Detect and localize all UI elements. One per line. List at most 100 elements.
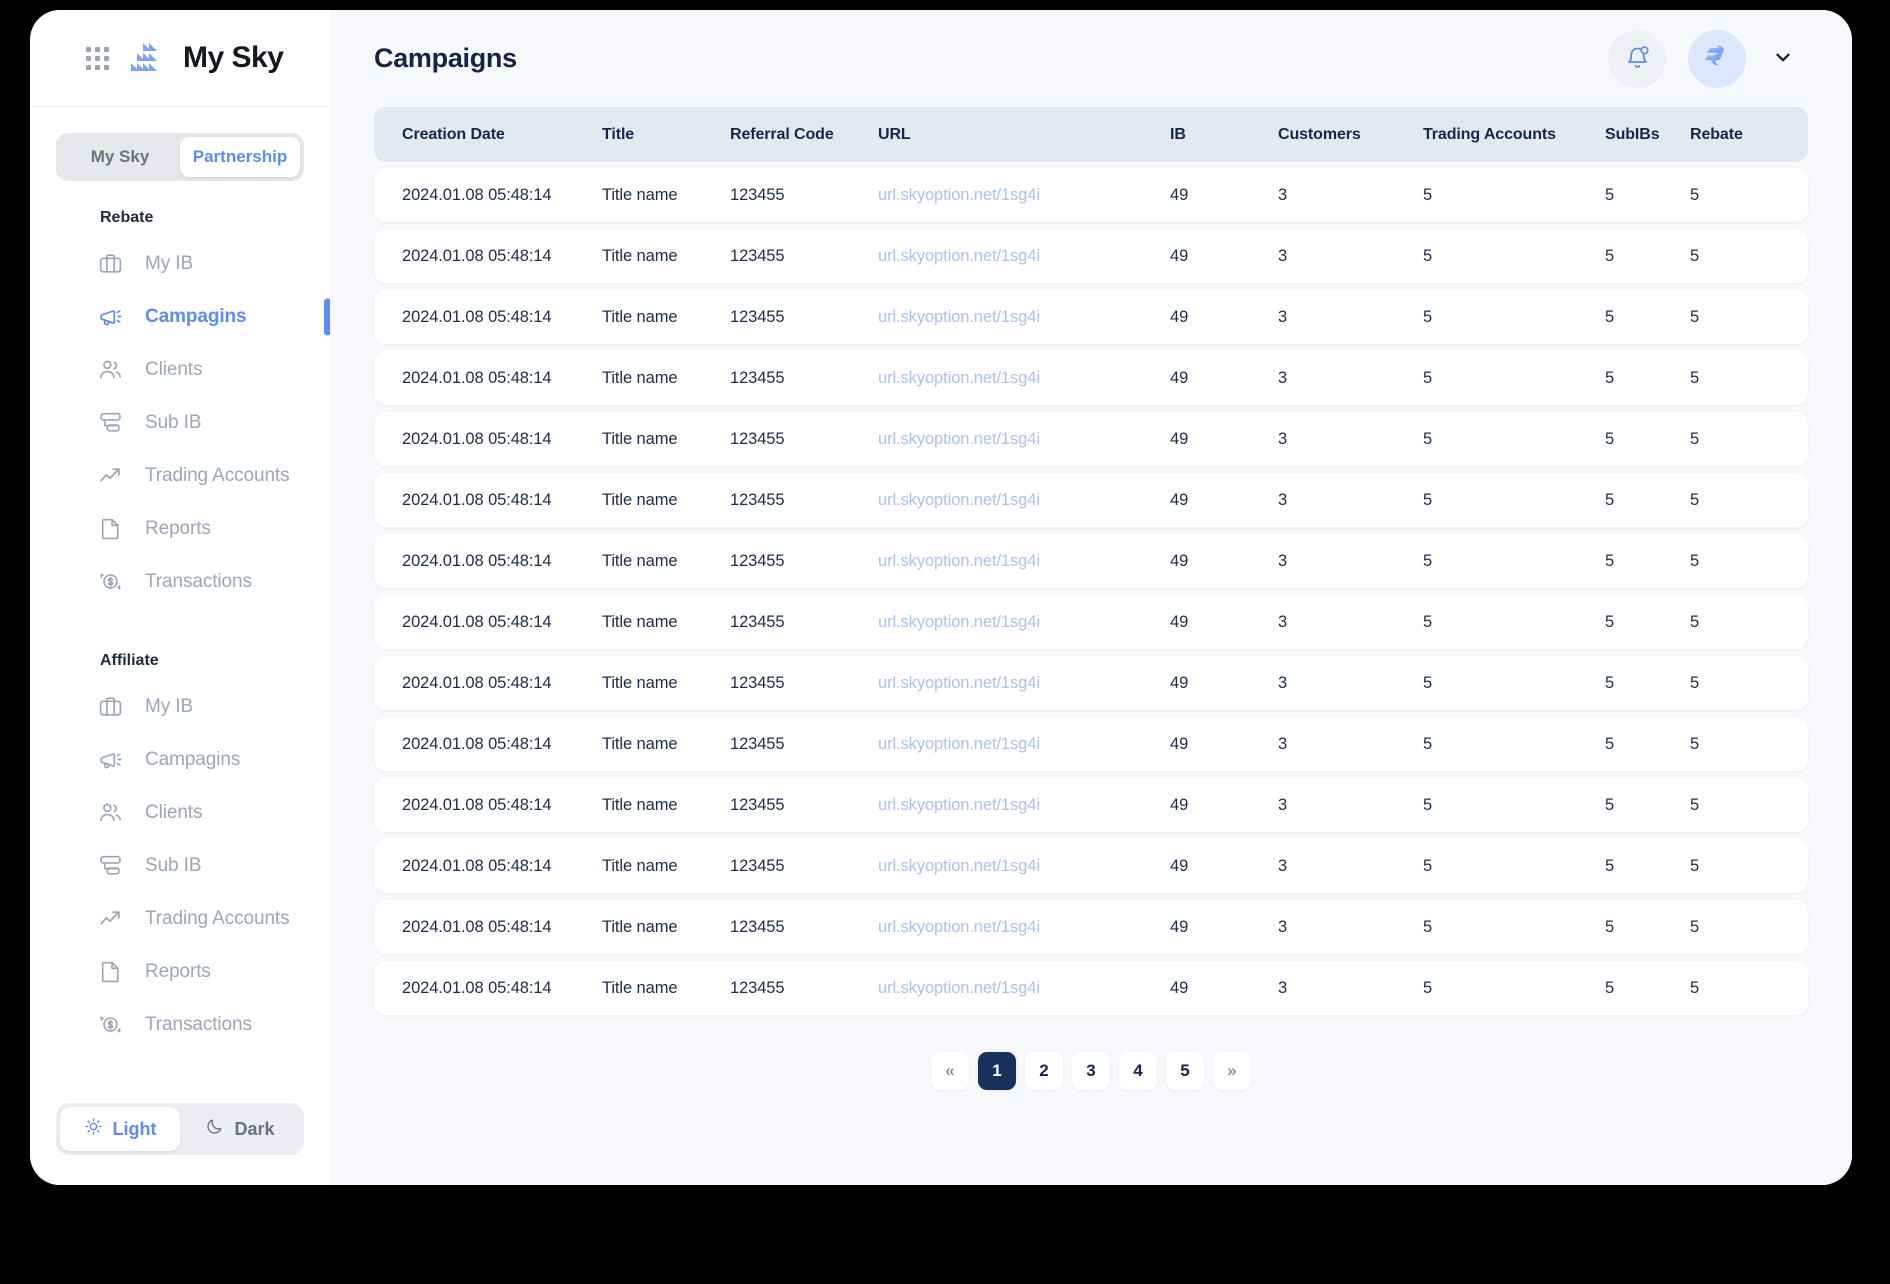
sidebar-item-affiliate-clients[interactable]: Clients bbox=[30, 786, 330, 839]
sidebar-item-rebate-sub-ib[interactable]: Sub IB bbox=[30, 396, 330, 449]
table-row[interactable]: 2024.01.08 05:48:14 Title name 123455 url.s… bbox=[374, 656, 1808, 710]
pagination-page-1[interactable]: 1 bbox=[978, 1052, 1016, 1090]
cell-url[interactable]: url.skyoption.net/1sg4i bbox=[878, 247, 1170, 266]
cell-creation-date: 2024.01.08 05:48:14 bbox=[402, 429, 552, 448]
column-header-trading-accounts: Trading Accounts bbox=[1423, 125, 1556, 143]
sidebar-item-affiliate-trading-accounts[interactable]: Trading Accounts bbox=[30, 892, 330, 945]
cell-rebate: 5 bbox=[1690, 795, 1700, 814]
sidebar-item-rebate-campaigns[interactable]: Campagins bbox=[30, 290, 330, 343]
cell-rebate: 5 bbox=[1690, 612, 1700, 631]
cell-rebate: 5 bbox=[1690, 368, 1700, 387]
brand-name: My Sky bbox=[183, 41, 284, 74]
pagination-page-3[interactable]: 3 bbox=[1072, 1052, 1110, 1090]
cell-referral-code: 123455 bbox=[730, 368, 785, 387]
workspace-tab-my-sky[interactable]: My Sky bbox=[60, 137, 180, 177]
cell-customers: 3 bbox=[1278, 246, 1288, 265]
table-row[interactable]: 2024.01.08 05:48:14 Title name 123455 url.s… bbox=[374, 839, 1808, 893]
avatar[interactable] bbox=[1688, 29, 1746, 88]
sidebar-item-label: Trading Accounts bbox=[145, 464, 290, 486]
sidebar: My Sky My Sky Partnership Rebate My IB C… bbox=[30, 10, 330, 1185]
sidebar-item-rebate-reports[interactable]: Reports bbox=[30, 502, 330, 555]
cell-customers: 3 bbox=[1278, 185, 1288, 204]
cell-rebate: 5 bbox=[1690, 551, 1700, 570]
sidebar-item-rebate-my-ib[interactable]: My IB bbox=[30, 237, 330, 290]
cell-url[interactable]: url.skyoption.net/1sg4i bbox=[878, 979, 1170, 998]
dollar-refresh-icon bbox=[98, 1012, 123, 1037]
cell-title: Title name bbox=[602, 551, 678, 570]
table-row[interactable]: 2024.01.08 05:48:14 Title name 123455 url.s… bbox=[374, 961, 1808, 1015]
cell-url[interactable]: url.skyoption.net/1sg4i bbox=[878, 796, 1170, 815]
cell-url[interactable]: url.skyoption.net/1sg4i bbox=[878, 552, 1170, 571]
table-row[interactable]: 2024.01.08 05:48:14 Title name 123455 url.s… bbox=[374, 717, 1808, 771]
cell-referral-code: 123455 bbox=[730, 429, 785, 448]
cell-title: Title name bbox=[602, 368, 678, 387]
nav-group-title-rebate: Rebate bbox=[100, 209, 154, 226]
pagination-next[interactable]: » bbox=[1213, 1052, 1251, 1090]
sidebar-item-rebate-transactions[interactable]: Transactions bbox=[30, 555, 330, 608]
cell-creation-date: 2024.01.08 05:48:14 bbox=[402, 978, 552, 997]
cell-creation-date: 2024.01.08 05:48:14 bbox=[402, 612, 552, 631]
pagination-page-2[interactable]: 2 bbox=[1025, 1052, 1063, 1090]
table-row[interactable]: 2024.01.08 05:48:14 Title name 123455 url.s… bbox=[374, 595, 1808, 649]
sidebar-item-affiliate-my-ib[interactable]: My IB bbox=[30, 680, 330, 733]
cell-url[interactable]: url.skyoption.net/1sg4i bbox=[878, 918, 1170, 937]
cell-url[interactable]: url.skyoption.net/1sg4i bbox=[878, 857, 1170, 876]
cell-title: Title name bbox=[602, 612, 678, 631]
apps-grid-icon[interactable] bbox=[86, 46, 109, 70]
sidebar-item-affiliate-campaigns[interactable]: Campagins bbox=[30, 733, 330, 786]
sidebar-item-label: Transactions bbox=[145, 570, 252, 592]
table-row[interactable]: 2024.01.08 05:48:14 Title name 123455 url.s… bbox=[374, 412, 1808, 466]
table-row[interactable]: 2024.01.08 05:48:14 Title name 123455 url.s… bbox=[374, 229, 1808, 283]
cell-ib: 49 bbox=[1170, 856, 1189, 875]
table-row[interactable]: 2024.01.08 05:48:14 Title name 123455 url.s… bbox=[374, 534, 1808, 588]
column-header-subibs: SubIBs bbox=[1605, 125, 1660, 143]
sky-chart-logo-icon bbox=[129, 43, 163, 73]
cell-url[interactable]: url.skyoption.net/1sg4i bbox=[878, 674, 1170, 693]
cell-subibs: 5 bbox=[1605, 917, 1615, 936]
pagination-page-5[interactable]: 5 bbox=[1166, 1052, 1204, 1090]
sidebar-item-rebate-trading-accounts[interactable]: Trading Accounts bbox=[30, 449, 330, 502]
cell-url[interactable]: url.skyoption.net/1sg4i bbox=[878, 430, 1170, 449]
theme-option-dark[interactable]: Dark bbox=[180, 1107, 300, 1151]
cell-title: Title name bbox=[602, 246, 678, 265]
table-row[interactable]: 2024.01.08 05:48:14 Title name 123455 url.s… bbox=[374, 290, 1808, 344]
table-row[interactable]: 2024.01.08 05:48:14 Title name 123455 url.s… bbox=[374, 351, 1808, 405]
cell-rebate: 5 bbox=[1690, 856, 1700, 875]
cell-rebate: 5 bbox=[1690, 185, 1700, 204]
sidebar-item-rebate-clients[interactable]: Clients bbox=[30, 343, 330, 396]
sidebar-item-affiliate-sub-ib[interactable]: Sub IB bbox=[30, 839, 330, 892]
top-bar: Campaigns bbox=[330, 10, 1852, 107]
cell-trading-accounts: 5 bbox=[1423, 307, 1433, 326]
sidebar-item-affiliate-transactions[interactable]: Transactions bbox=[30, 998, 330, 1051]
cell-title: Title name bbox=[602, 185, 678, 204]
cell-url[interactable]: url.skyoption.net/1sg4i bbox=[878, 735, 1170, 754]
cell-ib: 49 bbox=[1170, 795, 1189, 814]
pagination-prev[interactable]: « bbox=[931, 1052, 969, 1090]
bell-icon bbox=[1624, 44, 1651, 74]
cell-ib: 49 bbox=[1170, 551, 1189, 570]
account-menu-button[interactable] bbox=[1768, 44, 1798, 74]
notifications-button[interactable] bbox=[1608, 29, 1666, 88]
nav-group-title-affiliate: Affiliate bbox=[100, 652, 159, 669]
table-row[interactable]: 2024.01.08 05:48:14 Title name 123455 url.s… bbox=[374, 473, 1808, 527]
cell-url[interactable]: url.skyoption.net/1sg4i bbox=[878, 491, 1170, 510]
cell-subibs: 5 bbox=[1605, 856, 1615, 875]
cell-subibs: 5 bbox=[1605, 795, 1615, 814]
campaigns-table-area: Creation Date Title Referral Code URL IB… bbox=[330, 107, 1852, 1185]
sidebar-item-label: Sub IB bbox=[145, 854, 202, 876]
table-row[interactable]: 2024.01.08 05:48:14 Title name 123455 url.s… bbox=[374, 900, 1808, 954]
table-row[interactable]: 2024.01.08 05:48:14 Title name 123455 url.s… bbox=[374, 778, 1808, 832]
pagination-page-4[interactable]: 4 bbox=[1119, 1052, 1157, 1090]
theme-option-light[interactable]: Light bbox=[60, 1107, 180, 1151]
main-content: Campaigns Creation Date Title Referral C… bbox=[330, 10, 1852, 1185]
cell-rebate: 5 bbox=[1690, 246, 1700, 265]
cell-url[interactable]: url.skyoption.net/1sg4i bbox=[878, 186, 1170, 205]
cell-url[interactable]: url.skyoption.net/1sg4i bbox=[878, 369, 1170, 388]
cell-url[interactable]: url.skyoption.net/1sg4i bbox=[878, 308, 1170, 327]
workspace-tab-partnership[interactable]: Partnership bbox=[180, 137, 300, 177]
active-indicator bbox=[324, 298, 330, 335]
table-row[interactable]: 2024.01.08 05:48:14 Title name 123455 url.s… bbox=[374, 168, 1808, 222]
cell-ib: 49 bbox=[1170, 612, 1189, 631]
sidebar-item-affiliate-reports[interactable]: Reports bbox=[30, 945, 330, 998]
cell-url[interactable]: url.skyoption.net/1sg4i bbox=[878, 613, 1170, 632]
